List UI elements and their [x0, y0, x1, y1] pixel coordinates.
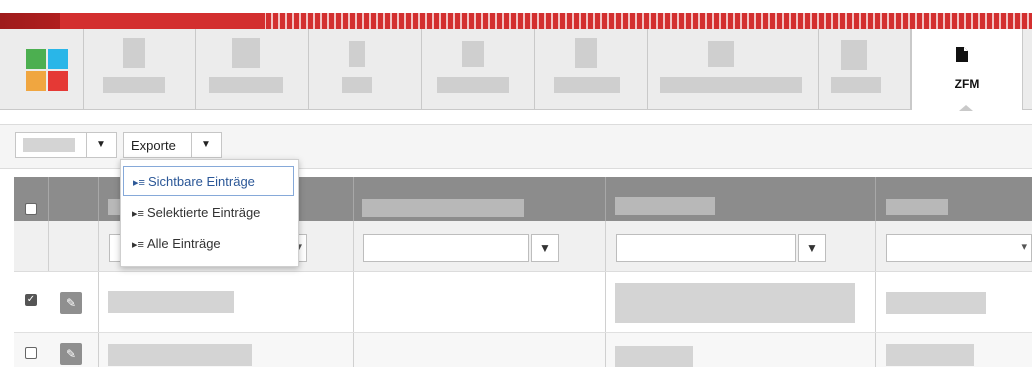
cell-col1: [108, 344, 252, 366]
export-selected-entries[interactable]: ▸≡ Selektierte Einträge: [123, 198, 294, 228]
row-divider: [98, 272, 99, 332]
chevron-down-icon: ▾: [1021, 241, 1027, 253]
filter-input-col3[interactable]: [616, 234, 796, 262]
row-divider: [353, 333, 354, 367]
column-header-4[interactable]: [886, 199, 948, 215]
main-nav: ZFM: [0, 29, 1032, 111]
chevron-down-icon[interactable]: ▼: [201, 139, 211, 150]
row-checkbox[interactable]: ✓: [25, 294, 37, 306]
export-menu: ▸≡ Sichtbare Einträge ▸≡ Selektierte Eintr…: [120, 159, 299, 267]
nav-item-7[interactable]: [819, 29, 911, 109]
nav-item-4[interactable]: [422, 29, 535, 109]
filter-icon[interactable]: ▼: [798, 234, 826, 262]
header-divider: [48, 177, 49, 221]
document-icon: [956, 47, 968, 62]
filter-divider: [48, 221, 49, 271]
nav-item-5-icon: [575, 38, 597, 68]
export-list-icon: ▸≡: [132, 239, 144, 251]
header-divider: [875, 177, 876, 221]
chevron-down-icon: ▼: [96, 139, 106, 150]
cell-col4: [886, 344, 974, 366]
row-divider: [98, 333, 99, 367]
row-divider: [605, 272, 606, 332]
nav-item-1-icon: [123, 38, 145, 68]
nav-item-6-icon: [708, 41, 734, 67]
view-select-value: [23, 138, 75, 152]
nav-item-3[interactable]: [309, 29, 422, 109]
select-all-checkbox[interactable]: [25, 203, 37, 215]
cell-col3: [615, 346, 693, 367]
nav-item-1-label: [103, 77, 165, 93]
filter-divider: [98, 221, 99, 271]
nav-item-2-icon: [232, 38, 260, 68]
nav-item-7-icon: [841, 40, 867, 70]
edit-icon[interactable]: ✎: [60, 292, 82, 314]
cell-col1: [108, 291, 234, 313]
nav-item-4-label: [437, 77, 509, 93]
column-header-3[interactable]: [615, 197, 715, 215]
edit-icon[interactable]: ✎: [60, 343, 82, 365]
view-select[interactable]: ▼: [15, 132, 117, 158]
menu-item-label: Sichtbare Einträge: [147, 174, 255, 189]
filter-input-col2[interactable]: [363, 234, 529, 262]
active-tab-pointer: [959, 105, 973, 111]
menu-item-label: Selektierte Einträge: [146, 205, 261, 220]
row-divider: [605, 333, 606, 367]
header-divider: [353, 177, 354, 221]
export-list-icon: ▸≡: [132, 208, 144, 220]
nav-item-3-label: [342, 77, 372, 93]
nav-home[interactable]: [0, 29, 84, 109]
nav-item-2-label: [209, 77, 283, 93]
header-divider: [605, 177, 606, 221]
nav-item-3-icon: [349, 41, 365, 67]
column-header-2[interactable]: [362, 199, 524, 217]
row-divider: [353, 272, 354, 332]
menu-item-label: Alle Einträge: [146, 236, 221, 251]
exports-label: Exporte: [131, 138, 176, 153]
filter-divider: [605, 221, 606, 271]
nav-item-5-label: [554, 77, 620, 93]
export-all-entries[interactable]: ▸≡ Alle Einträge: [123, 229, 294, 259]
nav-item-6-label: [660, 77, 802, 93]
exports-button[interactable]: Exporte ▼: [123, 132, 222, 158]
export-visible-entries[interactable]: ▸≡ Sichtbare Einträge: [123, 166, 294, 196]
table-row[interactable]: ✎: [14, 333, 1032, 367]
brand-stripe: [0, 13, 1032, 29]
filter-icon[interactable]: ▼: [531, 234, 559, 262]
row-divider: [875, 272, 876, 332]
nav-item-zfm-label: ZFM: [954, 77, 980, 91]
export-list-icon: ▸≡: [133, 177, 145, 189]
row-divider: [875, 333, 876, 367]
cell-col4: [886, 292, 986, 314]
row-checkbox[interactable]: [25, 347, 37, 359]
nav-item-zfm[interactable]: ZFM: [911, 29, 1023, 111]
cell-col3: [615, 283, 855, 323]
nav-item-6[interactable]: [648, 29, 819, 109]
nav-item-4-icon: [462, 41, 484, 67]
nav-item-5[interactable]: [535, 29, 648, 109]
header-divider: [98, 177, 99, 221]
filter-select-col4[interactable]: ▾: [886, 234, 1032, 262]
view-select-divider: [86, 133, 87, 157]
nav-item-2[interactable]: [196, 29, 309, 109]
table-row[interactable]: ✓ ✎: [14, 272, 1032, 333]
filter-divider: [875, 221, 876, 271]
app-logo-icon: [26, 49, 68, 91]
nav-item-1[interactable]: [83, 29, 196, 109]
exports-divider: [191, 133, 192, 157]
filter-divider: [353, 221, 354, 271]
nav-item-7-label: [831, 77, 881, 93]
